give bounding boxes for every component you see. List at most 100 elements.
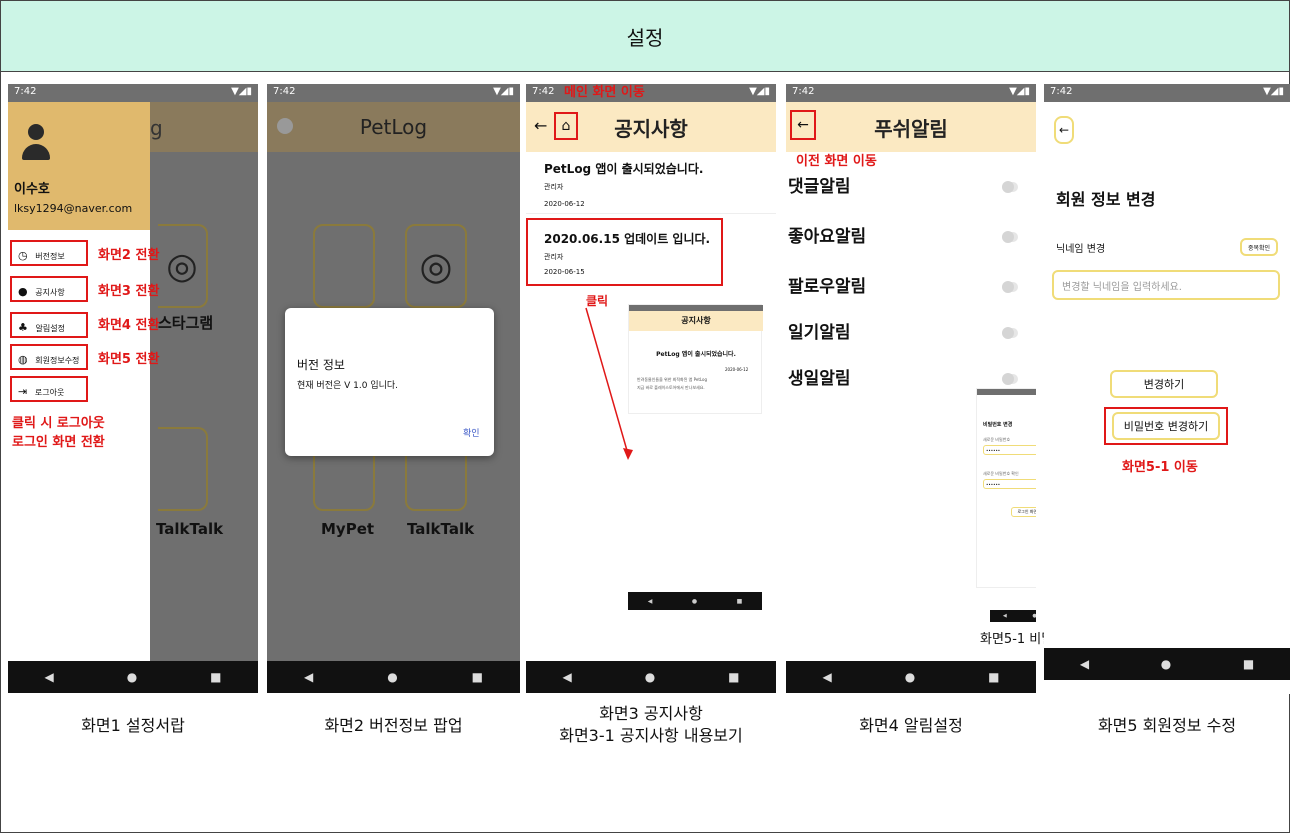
nav-recent-icon[interactable]: ■	[210, 670, 221, 684]
nav-home-icon[interactable]: ●	[645, 670, 655, 684]
drawer-item-label: 공지사항	[35, 288, 65, 297]
nav-recent-icon[interactable]: ■	[988, 670, 999, 684]
mini-status	[977, 389, 1036, 395]
mini-notice-date: 2020-06-12	[725, 367, 749, 372]
instagram-app-icon[interactable]: ◎	[405, 224, 467, 308]
screen1-phone: 7:42 ▼◢▮ g ◎ 스타그램 TalkTalk 이수호 lksy1294@n…	[8, 84, 258, 693]
dialog-ok-button[interactable]: 확인	[463, 426, 480, 439]
nickname-label: 닉네임 변경	[1056, 244, 1106, 255]
mini-nav-bar: ◀●■	[990, 610, 1036, 622]
drawer-user-email: lksy1294@naver.com	[14, 202, 133, 215]
back-arrow-icon[interactable]: ←	[790, 110, 816, 140]
diary-app-icon[interactable]	[313, 224, 375, 308]
drawer-item-alarm[interactable]: ♣ 알림설정	[10, 312, 88, 338]
appbar-title: PetLog	[359, 115, 428, 139]
mypet-label: MyPet	[321, 520, 375, 538]
caption-screen5: 화면5 회원정보 수정	[1097, 716, 1237, 735]
logout-icon: ⇥	[18, 385, 28, 398]
note-main-screen: 메인 화면 이동	[564, 85, 645, 100]
alarm-toggle[interactable]	[1002, 281, 1018, 293]
notice-item[interactable]: 2020.06.15 업데이트 입니다. 관리자 2020-06-15	[526, 218, 723, 286]
dialog-title: 버전 정보	[297, 358, 345, 372]
mini-home-icon: ●	[691, 597, 698, 605]
nickname-input[interactable]: 변경할 닉네임을 입력하세요.	[1052, 270, 1280, 300]
mini-notice-detail: 공지사항 PetLog 앱이 출시되었습니다. 2020-06-12 반려동물인…	[628, 304, 763, 414]
alarm-label: 생일알림	[788, 369, 851, 389]
screen3-phone: 7:42 ▼◢▮ 메인 화면 이동 공지사항 ← ⌂ PetLog 앱이 출시되었…	[526, 84, 776, 693]
mini-pw-label1: 새로운 비밀번호	[983, 437, 1011, 442]
page-title: 설정	[626, 25, 664, 50]
caption-screen4: 화면4 알림설정	[859, 716, 963, 735]
nav-back-icon[interactable]: ◀	[562, 670, 571, 684]
nav-home-icon[interactable]: ●	[905, 670, 915, 684]
nav-back-icon[interactable]: ◀	[44, 670, 53, 684]
nav-back-icon[interactable]: ◀	[1080, 657, 1089, 671]
screen2-phone: 7:42 ▼◢▮ PetLog ◎ MyPet TalkTalk 버전 정보 현재…	[267, 84, 520, 693]
note-logout-1: 클릭 시 로그아웃	[12, 416, 105, 431]
drawer-item-label: 알림설정	[35, 324, 65, 333]
appbar: PetLog	[267, 102, 520, 152]
status-time: 7:42	[792, 86, 815, 97]
drawer-header: 이수호 lksy1294@naver.com	[8, 102, 150, 230]
status-time: 7:42	[14, 86, 37, 97]
alarm-toggle[interactable]	[1002, 231, 1018, 243]
alarm-label: 일기알림	[788, 323, 851, 343]
nav-recent-icon[interactable]: ■	[472, 670, 483, 684]
nav-bar: ◀ ● ■	[1044, 648, 1290, 680]
alarm-label: 댓글알림	[788, 177, 851, 197]
notice-date: 2020-06-12	[544, 200, 585, 208]
nav-recent-icon[interactable]: ■	[728, 670, 739, 684]
info-icon: ●	[18, 285, 28, 298]
status-icons: ▼◢▮	[231, 86, 252, 97]
profile-heading: 회원 정보 변경	[1056, 190, 1156, 209]
alarm-toggle[interactable]	[1002, 373, 1018, 385]
home-icon[interactable]: ⌂	[554, 112, 578, 140]
version-dialog: 버전 정보 현재 버전은 V 1.0 입니다. 확인	[285, 308, 494, 456]
mini-pw-button: 로그인 화면이동	[1011, 507, 1036, 517]
gear-icon[interactable]	[277, 118, 293, 134]
status-icons: ▼◢▮	[749, 86, 770, 97]
nav-home-icon[interactable]: ●	[387, 670, 397, 684]
alarm-label: 팔로우알림	[788, 277, 867, 297]
drawer-item-notice[interactable]: ● 공지사항	[10, 276, 88, 302]
drawer-item-logout[interactable]: ⇥ 로그아웃	[10, 376, 88, 402]
mini-pw-input1: ••••••	[983, 445, 1036, 455]
change-button[interactable]: 변경하기	[1110, 370, 1218, 398]
page-header: 설정	[0, 0, 1290, 72]
notice-date: 2020-06-15	[544, 268, 585, 276]
back-arrow-icon[interactable]: ←	[1054, 116, 1074, 144]
nav-home-icon[interactable]: ●	[1161, 657, 1171, 671]
notice-title: PetLog 앱이 출시되었습니다.	[544, 162, 704, 176]
mini-notice-body2: 지금 바로 플레이스토어에서 만나보세요.	[637, 385, 705, 390]
back-arrow-icon[interactable]: ←	[534, 116, 547, 135]
arrow-to-detail	[585, 307, 633, 460]
notice-item[interactable]: PetLog 앱이 출시되었습니다. 관리자 2020-06-12	[526, 156, 776, 214]
nav-home-icon[interactable]: ●	[127, 670, 137, 684]
note-prev-screen: 이전 화면 이동	[796, 154, 877, 169]
alarm-toggle[interactable]	[1002, 327, 1018, 339]
talk-label: TalkTalk	[407, 520, 475, 538]
note-screen2: 화면2 전환	[98, 248, 160, 263]
drawer-item-version[interactable]: ◷ 버전정보	[10, 240, 88, 266]
screen4-phone: 7:42 ▼◢▮ 푸쉬알림 ← 이전 화면 이동 댓글알림 좋아요알림 팔로우알림…	[786, 84, 1036, 693]
appbar-title: 공지사항	[614, 116, 688, 141]
notice-author: 관리자	[544, 253, 564, 261]
dup-check-button[interactable]: 중복확인	[1240, 238, 1278, 256]
dialog-text: 현재 버전은 V 1.0 입니다.	[297, 381, 399, 391]
alarm-toggle[interactable]	[1002, 181, 1018, 193]
nav-back-icon[interactable]: ◀	[304, 670, 313, 684]
password-change-button[interactable]: 비밀번호 변경하기	[1112, 412, 1220, 440]
notice-title: 2020.06.15 업데이트 입니다.	[544, 232, 711, 246]
status-icons: ▼◢▮	[1009, 86, 1030, 97]
nav-back-icon[interactable]: ◀	[822, 670, 831, 684]
mini-notice-body1: 반려동물인들을 위한 최적화된 앱 PetLog	[637, 377, 708, 382]
nav-recent-icon[interactable]: ■	[1243, 657, 1254, 671]
drawer-item-profile[interactable]: ◍ 회원정보수정	[10, 344, 88, 370]
avatar-icon	[22, 124, 50, 166]
status-bar: 7:42 ▼◢▮	[786, 84, 1036, 102]
bg-appbar-title: g	[150, 116, 163, 140]
mini-back-icon: ◀	[1002, 613, 1007, 619]
nav-bar: ◀ ● ■	[8, 661, 258, 693]
caption-screen3-b: 화면3-1 공지사항 내용보기	[559, 726, 743, 745]
mini-appbar-title: 공지사항	[681, 316, 711, 325]
